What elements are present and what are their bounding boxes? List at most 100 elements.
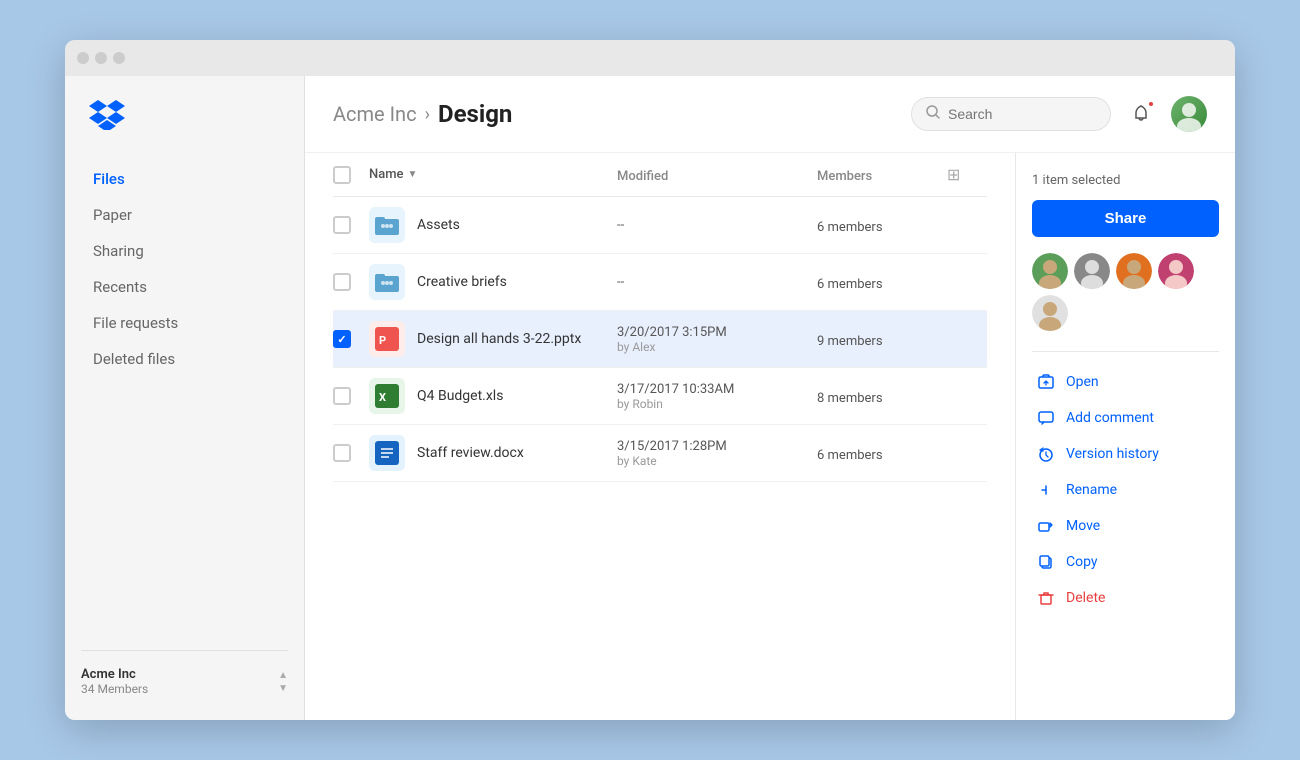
avatar-image — [1171, 96, 1207, 132]
table-row[interactable]: Creative briefs -- 6 members — [333, 254, 987, 311]
user-avatar[interactable] — [1171, 96, 1207, 132]
action-move[interactable]: Move — [1032, 508, 1219, 544]
sidebar-item-sharing[interactable]: Sharing — [81, 234, 288, 268]
file-icon: X — [369, 378, 405, 414]
row-checkbox[interactable] — [333, 387, 351, 405]
rename-icon — [1036, 480, 1056, 500]
action-copy-label: Copy — [1066, 554, 1098, 570]
search-box[interactable] — [911, 97, 1111, 131]
sort-arrow-icon: ▼ — [408, 169, 418, 180]
header-members-col: Members — [817, 165, 947, 184]
delete-icon — [1036, 588, 1056, 608]
action-delete-label: Delete — [1066, 590, 1105, 606]
divider — [1032, 351, 1219, 352]
action-copy[interactable]: Copy — [1032, 544, 1219, 580]
breadcrumb-current: Design — [438, 100, 512, 128]
file-modified: 3/17/2017 10:33AM — [617, 382, 817, 397]
dropbox-logo-icon — [89, 100, 125, 130]
action-add-comment[interactable]: Add comment — [1032, 400, 1219, 436]
sidebar-item-files[interactable]: Files — [81, 162, 288, 196]
row-checkbox-col — [333, 387, 369, 405]
main-header: Acme Inc › Design — [305, 76, 1235, 153]
file-icon: P — [369, 321, 405, 357]
sidebar: FilesPaperSharingRecentsFile requestsDel… — [65, 76, 305, 720]
row-checkbox[interactable] — [333, 216, 351, 234]
row-modified-col: -- — [617, 218, 817, 233]
file-modified-by: by Kate — [617, 454, 817, 468]
search-input[interactable] — [948, 106, 1096, 122]
row-name-col: Assets — [369, 207, 617, 243]
sidebar-footer: Acme Inc 34 Members ▲ ▼ — [81, 650, 288, 696]
action-open[interactable]: Open — [1032, 364, 1219, 400]
table-row[interactable]: Assets -- 6 members — [333, 197, 987, 254]
org-name: Acme Inc — [81, 667, 148, 682]
file-modified-by: by Alex — [617, 340, 817, 354]
breadcrumb: Acme Inc › Design — [333, 100, 512, 128]
breadcrumb-parent[interactable]: Acme Inc — [333, 102, 417, 126]
file-icon — [369, 264, 405, 300]
file-icon — [369, 207, 405, 243]
table-header: Name ▼ Modified Members ⊞ — [333, 153, 987, 197]
sidebar-item-paper[interactable]: Paper — [81, 198, 288, 232]
row-checkbox[interactable] — [333, 444, 351, 462]
file-name: Assets — [417, 217, 460, 233]
member-avatar-4 — [1032, 295, 1068, 331]
action-rename[interactable]: Rename — [1032, 472, 1219, 508]
action-delete[interactable]: Delete — [1032, 580, 1219, 616]
svg-text:X: X — [379, 391, 386, 404]
file-modified: -- — [617, 218, 817, 233]
row-checkbox[interactable] — [333, 273, 351, 291]
file-area: Name ▼ Modified Members ⊞ — [305, 153, 1235, 720]
notifications-button[interactable] — [1123, 96, 1159, 132]
file-list: Name ▼ Modified Members ⊞ — [305, 153, 1015, 720]
header-checkbox-col — [333, 166, 369, 184]
file-modified-by: by Robin — [617, 397, 817, 411]
row-members-col: 9 members — [817, 330, 947, 349]
minimize-button[interactable] — [95, 52, 107, 64]
action-open-label: Open — [1066, 374, 1099, 390]
sidebar-item-deleted-files[interactable]: Deleted files — [81, 342, 288, 376]
row-members-col: 6 members — [817, 216, 947, 235]
row-modified-col: 3/17/2017 10:33AM by Robin — [617, 382, 817, 411]
selected-count: 1 item selected — [1032, 173, 1219, 188]
search-icon — [926, 105, 940, 123]
breadcrumb-separator: › — [425, 104, 430, 125]
nav-list: FilesPaperSharingRecentsFile requestsDel… — [81, 162, 288, 378]
table-row[interactable]: P Design all hands 3-22.pptx 3/20/2017 3… — [333, 311, 987, 368]
share-button[interactable]: Share — [1032, 200, 1219, 237]
action-version-history[interactable]: Version history — [1032, 436, 1219, 472]
row-members-col: 6 members — [817, 444, 947, 463]
notification-dot — [1147, 100, 1155, 108]
file-rows-container: Assets -- 6 members Creative briefs -- 6… — [333, 197, 987, 482]
member-avatar-1 — [1074, 253, 1110, 289]
file-members: 6 members — [817, 277, 883, 292]
row-checkbox-col — [333, 273, 369, 291]
file-modified: 3/20/2017 3:15PM — [617, 325, 817, 340]
maximize-button[interactable] — [113, 52, 125, 64]
file-modified: -- — [617, 275, 817, 290]
sidebar-item-file-requests[interactable]: File requests — [81, 306, 288, 340]
row-checkbox[interactable] — [333, 330, 351, 348]
table-row[interactable]: Staff review.docx 3/15/2017 1:28PM by Ka… — [333, 425, 987, 482]
traffic-lights — [77, 52, 125, 64]
svg-text:P: P — [379, 334, 386, 347]
close-button[interactable] — [77, 52, 89, 64]
row-name-col: X Q4 Budget.xls — [369, 378, 617, 414]
action-version-history-label: Version history — [1066, 446, 1159, 462]
file-name: Design all hands 3-22.pptx — [417, 331, 581, 347]
sidebar-item-recents[interactable]: Recents — [81, 270, 288, 304]
view-toggle-icon[interactable]: ⊞ — [947, 165, 960, 184]
file-members: 6 members — [817, 220, 883, 235]
file-name: Creative briefs — [417, 274, 507, 290]
dropbox-logo — [81, 100, 288, 134]
members-column-label: Members — [817, 169, 872, 184]
table-row[interactable]: X Q4 Budget.xls 3/17/2017 10:33AM by Rob… — [333, 368, 987, 425]
member-avatar-0 — [1032, 253, 1068, 289]
org-members: 34 Members — [81, 682, 148, 696]
copy-icon — [1036, 552, 1056, 572]
select-all-checkbox[interactable] — [333, 166, 351, 184]
expand-collapse-icon[interactable]: ▲ ▼ — [278, 670, 288, 694]
file-name: Q4 Budget.xls — [417, 388, 503, 404]
action-rename-label: Rename — [1066, 482, 1117, 498]
name-sort-button[interactable]: Name ▼ — [369, 167, 617, 182]
